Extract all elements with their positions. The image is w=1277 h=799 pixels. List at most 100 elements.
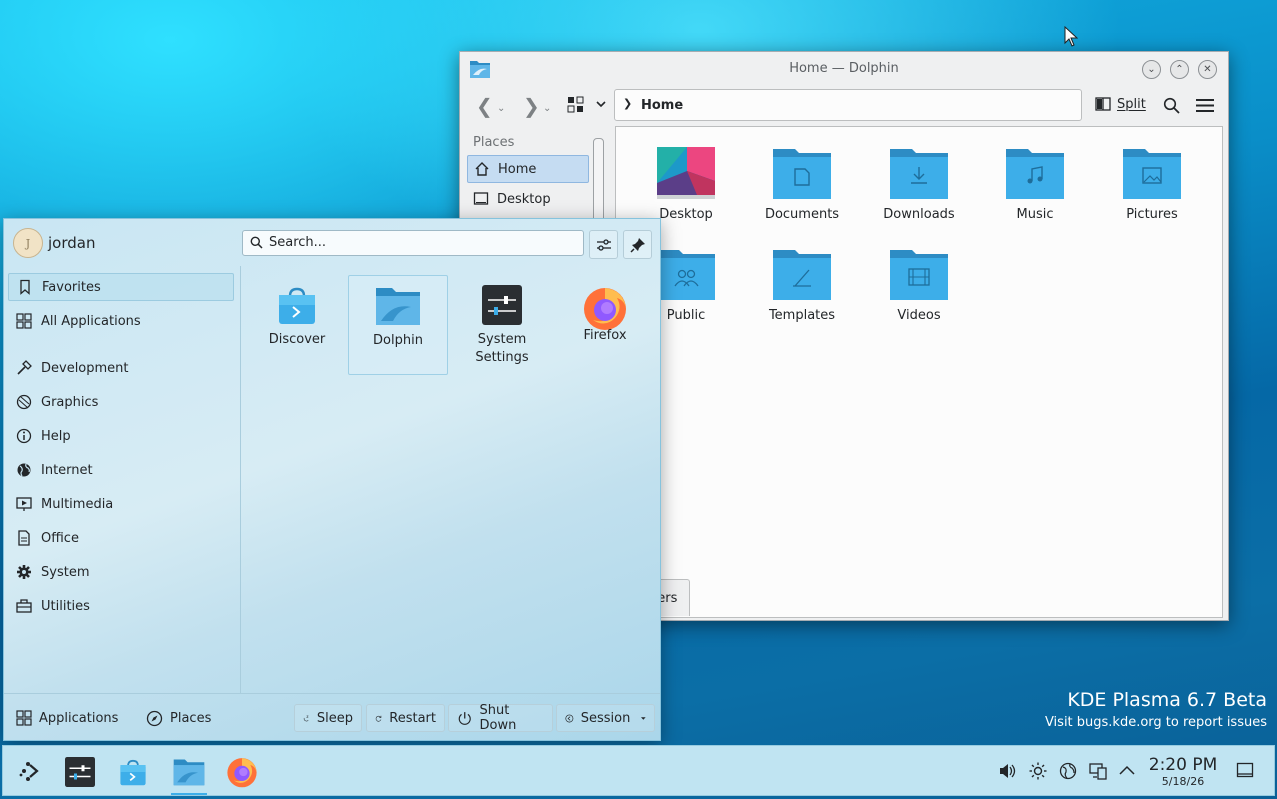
close-button[interactable]: ✕ bbox=[1198, 60, 1217, 79]
places-tab[interactable]: Places bbox=[138, 704, 219, 732]
volume-icon[interactable] bbox=[998, 762, 1016, 780]
videos-folder-icon bbox=[890, 250, 948, 300]
file-view[interactable]: Desktop Documents Downloads Music Pictur… bbox=[615, 126, 1223, 618]
taskbar-system-settings[interactable] bbox=[62, 754, 98, 790]
digital-clock[interactable]: 2:20 PM 5/18/26 bbox=[1143, 755, 1223, 789]
file-item-pictures[interactable]: Pictures bbox=[1097, 147, 1207, 222]
back-history-caret-icon[interactable]: ⌄ bbox=[497, 103, 505, 114]
taskbar-discover[interactable] bbox=[115, 754, 151, 790]
brightness-icon[interactable] bbox=[1029, 762, 1047, 780]
firefox-icon bbox=[227, 758, 257, 788]
category-office[interactable]: Office bbox=[8, 524, 234, 552]
places-tab-label: Places bbox=[170, 710, 212, 726]
restart-button[interactable]: Restart bbox=[366, 704, 445, 732]
dolphin-toolbar: ❮ ⌄ ❯ ⌄ ❯ Home Split bbox=[460, 86, 1228, 124]
desktop-icon bbox=[473, 192, 489, 205]
file-item-label: Templates bbox=[768, 308, 836, 323]
app-discover[interactable]: Discover bbox=[247, 275, 347, 375]
caret-down-icon bbox=[641, 716, 646, 720]
file-item-templates[interactable]: Templates bbox=[747, 248, 857, 323]
places-header: Places bbox=[473, 135, 515, 150]
restart-label: Restart bbox=[389, 710, 436, 726]
app-dolphin[interactable]: Dolphin bbox=[348, 275, 448, 375]
sleep-button[interactable]: Sleep bbox=[294, 704, 362, 732]
file-item-videos[interactable]: Videos bbox=[864, 248, 974, 323]
username-label: jordan bbox=[48, 234, 96, 252]
show-hidden-icons-chevron-icon[interactable] bbox=[1118, 762, 1136, 780]
split-view-icon bbox=[1095, 97, 1111, 111]
discover-icon bbox=[120, 759, 146, 786]
taskbar-firefox[interactable] bbox=[224, 754, 260, 790]
category-label: Multimedia bbox=[41, 496, 114, 512]
application-launcher: J jordan Favorites All Applications Deve… bbox=[3, 218, 661, 741]
dolphin-icon bbox=[173, 759, 205, 786]
taskbar-dolphin[interactable] bbox=[169, 754, 209, 795]
plasma-version-text: KDE Plasma 6.7 Beta bbox=[1067, 689, 1267, 711]
places-item-desktop[interactable]: Desktop bbox=[467, 185, 589, 213]
file-item-documents[interactable]: Documents bbox=[747, 147, 857, 222]
file-item-desktop[interactable]: Desktop bbox=[631, 147, 741, 222]
category-development[interactable]: Development bbox=[8, 354, 234, 382]
mouse-cursor-icon bbox=[1064, 26, 1078, 47]
hamburger-menu-icon[interactable] bbox=[1196, 98, 1214, 113]
file-item-downloads[interactable]: Downloads bbox=[864, 147, 974, 222]
grid-icon bbox=[16, 313, 32, 329]
avatar[interactable]: J bbox=[13, 228, 43, 258]
app-firefox[interactable]: Firefox bbox=[555, 275, 655, 375]
category-help[interactable]: Help bbox=[8, 422, 234, 450]
firefox-icon bbox=[584, 288, 626, 330]
search-input[interactable] bbox=[269, 233, 569, 251]
view-mode-caret-icon[interactable] bbox=[596, 100, 606, 108]
category-internet[interactable]: Internet bbox=[8, 456, 234, 484]
session-button[interactable]: Session bbox=[556, 704, 655, 732]
forward-arrow-icon[interactable]: ❯ bbox=[523, 94, 540, 118]
split-button[interactable]: Split bbox=[1095, 96, 1146, 112]
search-icon[interactable] bbox=[1163, 97, 1180, 114]
launcher-footer: Applications Places Sleep Restart Shut D… bbox=[4, 693, 660, 741]
app-label: System Settings bbox=[475, 332, 529, 365]
configure-button[interactable] bbox=[589, 230, 618, 259]
view-mode-grid-icon[interactable] bbox=[567, 96, 585, 114]
templates-folder-icon bbox=[773, 250, 831, 300]
hammer-icon bbox=[17, 360, 32, 375]
breadcrumb-chevron-icon[interactable]: ❯ bbox=[623, 97, 632, 110]
dolphin-titlebar[interactable]: Home — Dolphin ⌄ ⌃ ✕ bbox=[460, 52, 1228, 86]
category-label: Favorites bbox=[42, 279, 101, 295]
clock-date: 5/18/26 bbox=[1161, 775, 1205, 788]
category-utilities[interactable]: Utilities bbox=[8, 592, 234, 620]
location-breadcrumb[interactable]: ❯ Home bbox=[614, 89, 1082, 121]
display-settings-icon[interactable] bbox=[1089, 762, 1107, 780]
network-globe-icon[interactable] bbox=[1059, 762, 1077, 780]
category-graphics[interactable]: Graphics bbox=[8, 388, 234, 416]
category-multimedia[interactable]: Multimedia bbox=[8, 490, 234, 518]
places-item-home[interactable]: Home bbox=[467, 155, 589, 183]
show-desktop-icon[interactable] bbox=[1236, 761, 1254, 779]
launcher-button[interactable] bbox=[12, 754, 48, 790]
globe-icon bbox=[17, 463, 31, 477]
split-label: Split bbox=[1117, 96, 1146, 112]
bookmark-icon bbox=[20, 279, 30, 295]
pin-button[interactable] bbox=[623, 230, 652, 259]
minimize-button[interactable]: ⌄ bbox=[1142, 60, 1161, 79]
category-all-applications[interactable]: All Applications bbox=[8, 307, 234, 335]
compass-icon bbox=[146, 710, 163, 726]
forward-history-caret-icon[interactable]: ⌄ bbox=[543, 103, 551, 114]
file-item-music[interactable]: Music bbox=[980, 147, 1090, 222]
system-settings-icon bbox=[65, 757, 95, 787]
maximize-button[interactable]: ⌃ bbox=[1170, 60, 1189, 79]
desktop-folder-icon bbox=[657, 147, 715, 199]
public-folder-icon bbox=[657, 250, 715, 300]
applications-tab[interactable]: Applications bbox=[8, 704, 126, 732]
breadcrumb-home[interactable]: Home bbox=[641, 98, 683, 113]
category-favorites[interactable]: Favorites bbox=[8, 273, 234, 301]
shutdown-button[interactable]: Shut Down bbox=[448, 703, 553, 733]
file-item-label: Music bbox=[1016, 207, 1054, 222]
back-arrow-icon[interactable]: ❮ bbox=[476, 94, 493, 118]
file-item-label: Documents bbox=[764, 207, 840, 222]
places-item-label: Home bbox=[498, 161, 537, 177]
search-field[interactable] bbox=[242, 230, 584, 256]
close-icon: ✕ bbox=[1203, 63, 1212, 75]
shutdown-label: Shut Down bbox=[479, 703, 517, 733]
app-system-settings[interactable]: System Settings bbox=[452, 275, 552, 375]
category-system[interactable]: System bbox=[8, 558, 234, 586]
